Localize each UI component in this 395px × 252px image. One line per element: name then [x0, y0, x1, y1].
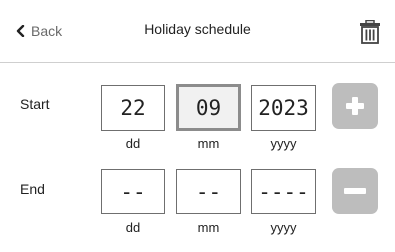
start-label: Start [20, 96, 50, 112]
start-month-unit: mm [197, 136, 220, 151]
header-bar: Back Holiday schedule [0, 0, 395, 63]
end-day-unit: dd [125, 220, 141, 235]
start-month-field[interactable]: 09 [176, 84, 241, 131]
start-year-field[interactable]: 2023 [251, 85, 316, 131]
start-day-field[interactable]: 22 [101, 85, 165, 131]
end-label: End [20, 181, 45, 197]
end-year-unit: yyyy [270, 220, 297, 235]
trash-icon [359, 20, 381, 44]
add-button[interactable] [332, 83, 378, 129]
page-title: Holiday schedule [144, 21, 251, 37]
end-month-field[interactable]: -- [176, 169, 241, 214]
end-month-unit: mm [197, 220, 220, 235]
start-year-unit: yyyy [270, 136, 297, 151]
end-year-field[interactable]: ---- [251, 169, 316, 214]
delete-button[interactable] [359, 20, 381, 44]
remove-button[interactable] [332, 168, 378, 214]
end-day-field[interactable]: -- [101, 169, 165, 214]
start-day-unit: dd [125, 136, 141, 151]
